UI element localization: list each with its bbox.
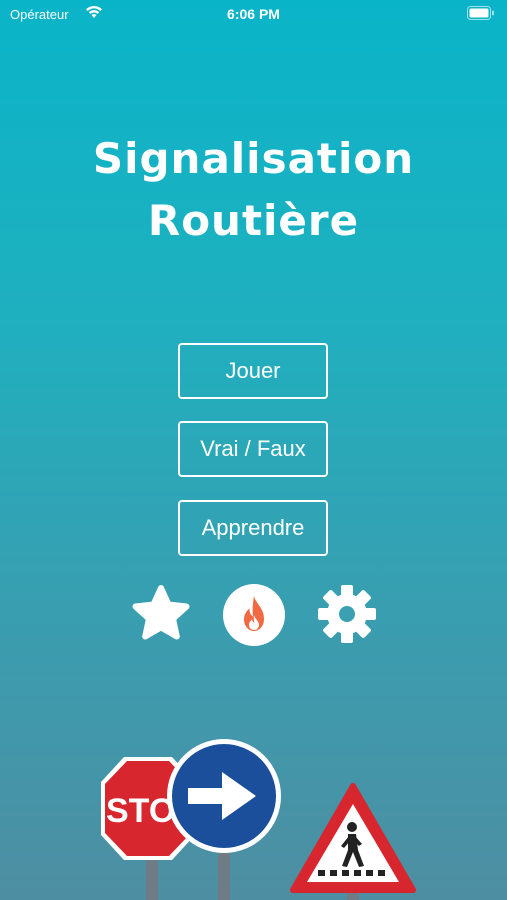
settings-button[interactable] bbox=[315, 582, 379, 651]
battery-icon bbox=[467, 6, 494, 20]
flame-icon bbox=[223, 584, 285, 646]
pedestrian-crossing-sign bbox=[290, 783, 416, 893]
gear-icon bbox=[318, 585, 376, 643]
star-icon bbox=[132, 585, 190, 640]
true-false-button[interactable]: Vrai / Faux bbox=[178, 421, 328, 477]
clock: 6:06 PM bbox=[227, 6, 280, 22]
stop-sign-text: STO bbox=[106, 792, 175, 830]
status-bar: Opérateur 6:06 PM bbox=[0, 0, 507, 28]
app-title-line2: Routière bbox=[147, 196, 360, 245]
app-title-line1: Signalisation bbox=[92, 134, 415, 183]
direction-sign bbox=[167, 739, 281, 853]
streak-button[interactable] bbox=[222, 583, 286, 652]
favorites-button[interactable] bbox=[129, 582, 193, 651]
play-button[interactable]: Jouer bbox=[178, 343, 328, 399]
app-title: Signalisation Routière bbox=[0, 128, 507, 252]
learn-button[interactable]: Apprendre bbox=[178, 500, 328, 556]
road-signs-illustration: STO bbox=[101, 739, 416, 900]
